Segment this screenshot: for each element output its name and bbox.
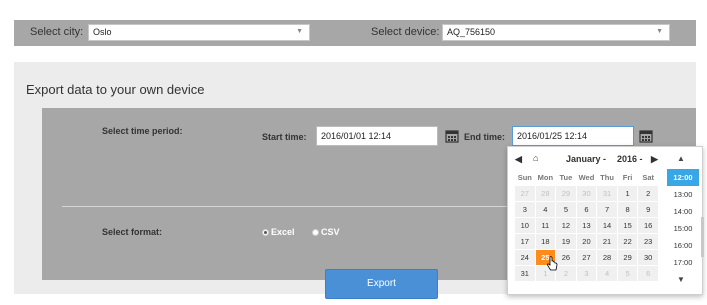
- start-time-label: Start time:: [262, 132, 307, 142]
- weekday-label: Wed: [575, 169, 598, 186]
- calendar-day[interactable]: 30: [637, 249, 659, 266]
- calendar-day[interactable]: 18: [534, 233, 557, 250]
- device-select-value: AQ_756150: [447, 27, 496, 37]
- calendar-week-row: 17 18 19 20 21 22 23: [514, 233, 659, 250]
- format-label: Select format:: [102, 227, 163, 237]
- calendar-day[interactable]: 4: [534, 201, 557, 218]
- format-csv-radio[interactable]: CSV: [312, 227, 340, 237]
- calendar-day[interactable]: 12: [555, 217, 577, 234]
- calendar-header: ◀ ⌂ January - 2016 - ▶: [513, 153, 659, 167]
- next-month-icon[interactable]: ▶: [651, 154, 658, 165]
- weekday-label: Fri: [616, 169, 639, 186]
- time-period-label: Select time period:: [102, 126, 183, 136]
- calendar-day[interactable]: 24: [514, 249, 536, 266]
- weekday-label: Mon: [534, 169, 557, 186]
- weekday-label: Sun: [514, 169, 536, 186]
- calendar-week-row: 3456789: [514, 201, 659, 218]
- calendar-day[interactable]: 5: [555, 201, 577, 218]
- calendar-day[interactable]: 4: [596, 265, 618, 282]
- end-time-input[interactable]: 2016/01/25 12:14: [512, 126, 634, 146]
- time-up-icon[interactable]: ▲: [677, 154, 685, 163]
- prev-month-icon[interactable]: ◀: [515, 154, 522, 165]
- calendar-grid: Sun Mon Tue Wed Thu Fri Sat 27 28 29 30 31 1 2 3 4 5 6 7 8 9…: [514, 169, 659, 282]
- calendar-day[interactable]: 28: [596, 249, 618, 266]
- time-option[interactable]: 15:00: [667, 220, 699, 237]
- device-select[interactable]: AQ_756150 ▼: [442, 24, 670, 41]
- export-button[interactable]: Export: [325, 269, 438, 299]
- year-select[interactable]: 2016 -: [617, 154, 643, 164]
- calendar-day[interactable]: 13: [575, 217, 598, 234]
- calendar-day[interactable]: 31: [596, 185, 618, 202]
- calendar-day[interactable]: 2: [637, 185, 659, 202]
- weekday-label: Sat: [637, 169, 659, 186]
- calendar-day[interactable]: 9: [637, 201, 659, 218]
- weekday-label: Thu: [596, 169, 618, 186]
- calendar-day[interactable]: 7: [596, 201, 618, 218]
- calendar-day[interactable]: 16: [637, 217, 659, 234]
- calendar-day[interactable]: 20: [575, 233, 598, 250]
- calendar-day[interactable]: 27: [575, 249, 598, 266]
- time-option[interactable]: 13:00: [667, 186, 699, 203]
- calendar-day[interactable]: 15: [616, 217, 639, 234]
- calendar-day[interactable]: 1: [616, 185, 639, 202]
- calendar-day[interactable]: 21: [596, 233, 618, 250]
- format-excel-radio[interactable]: Excel: [262, 227, 295, 237]
- city-select[interactable]: Oslo ▼: [88, 24, 310, 41]
- calendar-icon[interactable]: [445, 129, 459, 143]
- city-select-value: Oslo: [93, 27, 112, 37]
- calendar-day[interactable]: 6: [575, 201, 598, 218]
- time-scrollbar[interactable]: [701, 217, 704, 257]
- calendar-week-row: 31 1 2 3 4 5 6: [514, 265, 659, 282]
- divider: [62, 206, 540, 207]
- calendar-day[interactable]: 26: [555, 249, 577, 266]
- format-csv-label: CSV: [321, 227, 340, 237]
- city-label: Select city:: [30, 26, 84, 38]
- calendar-day[interactable]: 19: [555, 233, 577, 250]
- calendar-day[interactable]: 6: [637, 265, 659, 282]
- radio-selected-icon: [262, 229, 269, 236]
- calendar-day[interactable]: 14: [596, 217, 618, 234]
- time-list: 12:00 13:00 14:00 15:00 16:00 17:00: [667, 169, 699, 271]
- top-bar: Select city: Oslo ▼ Select device: AQ_75…: [14, 20, 696, 46]
- calendar-icon[interactable]: [639, 129, 653, 143]
- chevron-down-icon: ▼: [656, 28, 663, 35]
- weekday-row: Sun Mon Tue Wed Thu Fri Sat: [514, 169, 659, 186]
- calendar-day[interactable]: 31: [514, 265, 536, 282]
- time-option[interactable]: 14:00: [667, 203, 699, 220]
- calendar-day[interactable]: 28: [534, 185, 557, 202]
- time-down-icon[interactable]: ▼: [677, 275, 685, 284]
- calendar-day[interactable]: 29: [555, 185, 577, 202]
- radio-unselected-icon: [312, 229, 319, 236]
- weekday-label: Tue: [555, 169, 577, 186]
- start-time-input[interactable]: 2016/01/01 12:14: [316, 126, 438, 146]
- hand-cursor-icon: [546, 256, 558, 271]
- calendar-day[interactable]: 23: [637, 233, 659, 250]
- calendar-day[interactable]: 3: [575, 265, 598, 282]
- time-option-selected[interactable]: 12:00: [667, 169, 699, 186]
- calendar-day[interactable]: 11: [534, 217, 557, 234]
- calendar-day[interactable]: 30: [575, 185, 598, 202]
- calendar-day[interactable]: 17: [514, 233, 536, 250]
- calendar-week-row: 24 25 26 27 28 29 30: [514, 249, 659, 266]
- calendar-day[interactable]: 27: [514, 185, 536, 202]
- end-time-label: End time:: [464, 132, 506, 142]
- calendar-day[interactable]: 10: [514, 217, 536, 234]
- chevron-down-icon: ▼: [296, 28, 303, 35]
- calendar-week-row: 10 11 12 13 14 15 16: [514, 217, 659, 234]
- calendar-week-row: 27 28 29 30 31 1 2: [514, 185, 659, 202]
- calendar-day[interactable]: 22: [616, 233, 639, 250]
- calendar-day[interactable]: 29: [616, 249, 639, 266]
- calendar-day[interactable]: 3: [514, 201, 536, 218]
- calendar-day[interactable]: 8: [616, 201, 639, 218]
- time-option[interactable]: 17:00: [667, 254, 699, 271]
- home-icon[interactable]: ⌂: [533, 153, 538, 163]
- device-label: Select device:: [371, 26, 440, 38]
- format-excel-label: Excel: [271, 227, 295, 237]
- export-title: Export data to your own device: [26, 82, 205, 97]
- month-select[interactable]: January -: [566, 154, 606, 164]
- datetime-picker: ◀ ⌂ January - 2016 - ▶ Sun Mon Tue Wed Thu Fr…: [507, 146, 704, 295]
- calendar-day[interactable]: 2: [555, 265, 577, 282]
- calendar-day[interactable]: 5: [616, 265, 639, 282]
- time-option[interactable]: 16:00: [667, 237, 699, 254]
